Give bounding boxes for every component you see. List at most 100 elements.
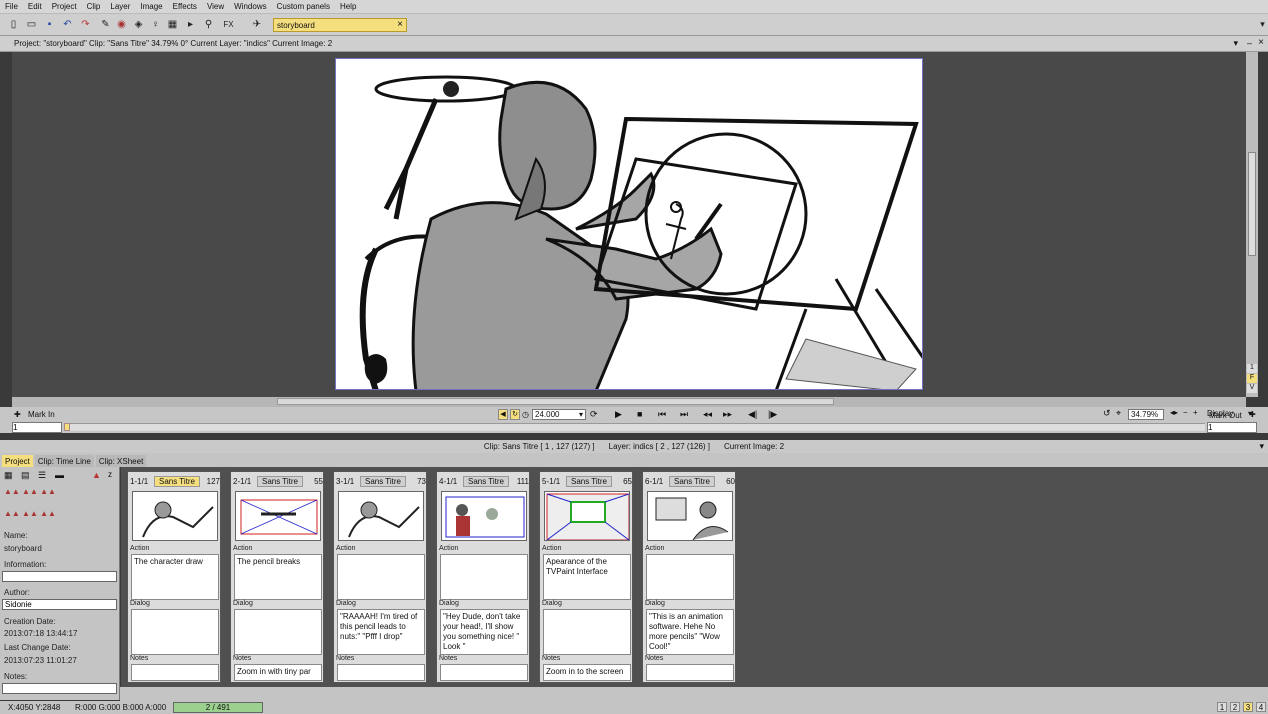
mark-in-input[interactable] bbox=[12, 422, 62, 433]
action-field[interactable]: The pencil breaks bbox=[234, 554, 322, 600]
channel-1-toggle[interactable]: 1 bbox=[1247, 364, 1257, 373]
minimize-icon[interactable]: – bbox=[1247, 38, 1252, 48]
action-field[interactable] bbox=[440, 554, 528, 600]
channel-v-toggle[interactable]: V bbox=[1247, 384, 1257, 393]
dialog-field[interactable] bbox=[234, 609, 322, 655]
first-frame-button[interactable]: ⏮ bbox=[658, 409, 666, 420]
notes-field[interactable] bbox=[131, 664, 219, 681]
close-icon[interactable]: × bbox=[397, 19, 403, 30]
zoom-icon[interactable]: ⚲ bbox=[201, 17, 216, 32]
mark-out-input[interactable] bbox=[1207, 422, 1257, 433]
zoom-fit-icon[interactable]: ⌖ bbox=[1116, 408, 1121, 419]
zoom-step-icon[interactable]: ◂▸ bbox=[1170, 408, 1178, 417]
author-field[interactable] bbox=[2, 599, 117, 610]
z-icon[interactable]: z bbox=[108, 470, 112, 479]
chevron-down-icon[interactable]: ▾ bbox=[1233, 38, 1238, 49]
action-field[interactable]: Apearance of the TVPaint Interface bbox=[543, 554, 631, 600]
tab-clip-xsheet[interactable]: Clip: XSheet bbox=[95, 455, 147, 467]
wide-view-icon[interactable]: ▬ bbox=[55, 470, 64, 480]
mark-in-arrow-icon[interactable]: ✚ bbox=[14, 410, 21, 419]
drawing-viewer[interactable]: ▸ bbox=[12, 52, 1256, 397]
workspace-1-button[interactable]: 1 bbox=[1217, 702, 1227, 712]
clip-name[interactable]: Sans Titre bbox=[154, 476, 200, 487]
menu-file[interactable]: File bbox=[0, 2, 23, 11]
fps-select[interactable]: 24.000 ▾ bbox=[532, 409, 586, 420]
horizontal-scroll-thumb[interactable] bbox=[277, 398, 834, 405]
storyboard-card[interactable]: 4-1/1 Sans Titre 111 Action Dialog "Hey Dude,… bbox=[436, 471, 530, 683]
speed-icon[interactable]: ⟳ bbox=[590, 409, 598, 420]
vertical-scroll-thumb[interactable] bbox=[1248, 152, 1256, 256]
menu-view[interactable]: View bbox=[202, 2, 229, 11]
last-frame-button[interactable]: ⏭ bbox=[680, 409, 688, 420]
list-view-icon[interactable]: ☰ bbox=[38, 470, 46, 481]
shot-thumbnail[interactable] bbox=[441, 491, 527, 541]
play-mode-toggle[interactable]: ◀ bbox=[498, 409, 508, 420]
rotate-reset-icon[interactable]: ↺ bbox=[1103, 408, 1111, 419]
grid-view-icon[interactable]: ▦ bbox=[4, 470, 13, 481]
timeline-ruler[interactable] bbox=[64, 423, 1205, 431]
lock-icon[interactable]: ▲ bbox=[92, 470, 101, 480]
thumb-view-icon[interactable]: ▤ bbox=[21, 470, 30, 481]
dialog-field[interactable]: "RAAAAH! I'm tired of this pencil leads … bbox=[337, 609, 425, 655]
new-file-icon[interactable]: ▯ bbox=[6, 17, 21, 32]
redo-icon[interactable]: ↷ bbox=[78, 17, 93, 32]
chevron-down-icon[interactable]: ▾ bbox=[1255, 17, 1268, 32]
clip-name[interactable]: Sans Titre bbox=[360, 476, 406, 487]
shot-thumbnail[interactable] bbox=[647, 491, 733, 541]
stop-button[interactable]: ■ bbox=[637, 409, 642, 419]
notes-field[interactable] bbox=[337, 664, 425, 681]
notes-field[interactable] bbox=[440, 664, 528, 681]
paper-plane-icon[interactable]: ✈ bbox=[245, 17, 269, 32]
clip-name[interactable]: Sans Titre bbox=[463, 476, 509, 487]
dialog-field[interactable]: "Hey Dude, don't take your head!, I'll s… bbox=[440, 609, 528, 655]
horizontal-scrollbar[interactable] bbox=[12, 397, 1246, 407]
loop-toggle[interactable]: ↻ bbox=[510, 409, 520, 420]
notes-field[interactable] bbox=[646, 664, 734, 681]
clip-name[interactable]: Sans Titre bbox=[669, 476, 715, 487]
menu-windows[interactable]: Windows bbox=[229, 2, 271, 11]
add-clip-icon[interactable]: ▲▲ ▲▲ ▲▲ bbox=[4, 487, 56, 496]
layers-icon[interactable]: ◈ bbox=[131, 17, 146, 32]
menu-clip[interactable]: Clip bbox=[82, 2, 106, 11]
storyboard-card[interactable]: 6-1/1 Sans Titre 60 Action Dialog "This is an… bbox=[642, 471, 736, 683]
menu-edit[interactable]: Edit bbox=[23, 2, 47, 11]
dialog-field[interactable] bbox=[543, 609, 631, 655]
notes-field[interactable]: Zoom in to the screen bbox=[543, 664, 631, 681]
notes-field[interactable] bbox=[2, 683, 117, 694]
zoom-input[interactable]: 34.79% bbox=[1128, 409, 1164, 420]
vertical-scrollbar[interactable]: 1 F V bbox=[1246, 52, 1258, 397]
menu-layer[interactable]: Layer bbox=[105, 2, 135, 11]
mark-out-arrow-icon[interactable]: ✚ bbox=[1249, 410, 1256, 419]
menu-image[interactable]: Image bbox=[135, 2, 167, 11]
notes-field[interactable]: Zoom in with tiny par bbox=[234, 664, 322, 681]
next-key-button[interactable]: ▸▸ bbox=[723, 409, 732, 420]
clip-name[interactable]: Sans Titre bbox=[257, 476, 303, 487]
shot-thumbnail[interactable] bbox=[544, 491, 630, 541]
frame-progress[interactable]: 2 / 491 bbox=[173, 702, 263, 713]
zoom-in-icon[interactable]: + bbox=[1193, 408, 1198, 417]
workspace-3-button[interactable]: 3 bbox=[1243, 702, 1253, 712]
action-field[interactable] bbox=[337, 554, 425, 600]
light-icon[interactable]: ♀ bbox=[148, 17, 163, 32]
open-folder-icon[interactable]: ▭ bbox=[24, 17, 39, 32]
project-tab[interactable]: storyboard × bbox=[273, 18, 407, 32]
prev-frame-button[interactable]: ◀| bbox=[748, 409, 757, 420]
prev-key-button[interactable]: ◂◂ bbox=[703, 409, 712, 420]
brush-tools-icon[interactable]: ✎ bbox=[98, 17, 113, 32]
next-frame-button[interactable]: |▶ bbox=[768, 409, 777, 420]
storyboard-scrollbar[interactable] bbox=[120, 687, 1268, 701]
dialog-field[interactable] bbox=[131, 609, 219, 655]
dialog-field[interactable]: "This is an animation software. Hehe No … bbox=[646, 609, 734, 655]
drawing-canvas[interactable] bbox=[335, 58, 923, 390]
information-field[interactable] bbox=[2, 571, 117, 582]
storyboard-card[interactable]: 5-1/1 Sans Titre 65 Action Apearance of the … bbox=[539, 471, 633, 683]
color-wheel-icon[interactable]: ◉ bbox=[114, 17, 129, 32]
clip-name[interactable]: Sans Titre bbox=[566, 476, 612, 487]
action-field[interactable]: The character draw bbox=[131, 554, 219, 600]
action-field[interactable] bbox=[646, 554, 734, 600]
workspace-2-button[interactable]: 2 bbox=[1230, 702, 1240, 712]
fx-icon[interactable]: FX bbox=[221, 17, 236, 32]
undo-icon[interactable]: ↶ bbox=[60, 17, 75, 32]
menu-help[interactable]: Help bbox=[335, 2, 361, 11]
shot-thumbnail[interactable] bbox=[338, 491, 424, 541]
